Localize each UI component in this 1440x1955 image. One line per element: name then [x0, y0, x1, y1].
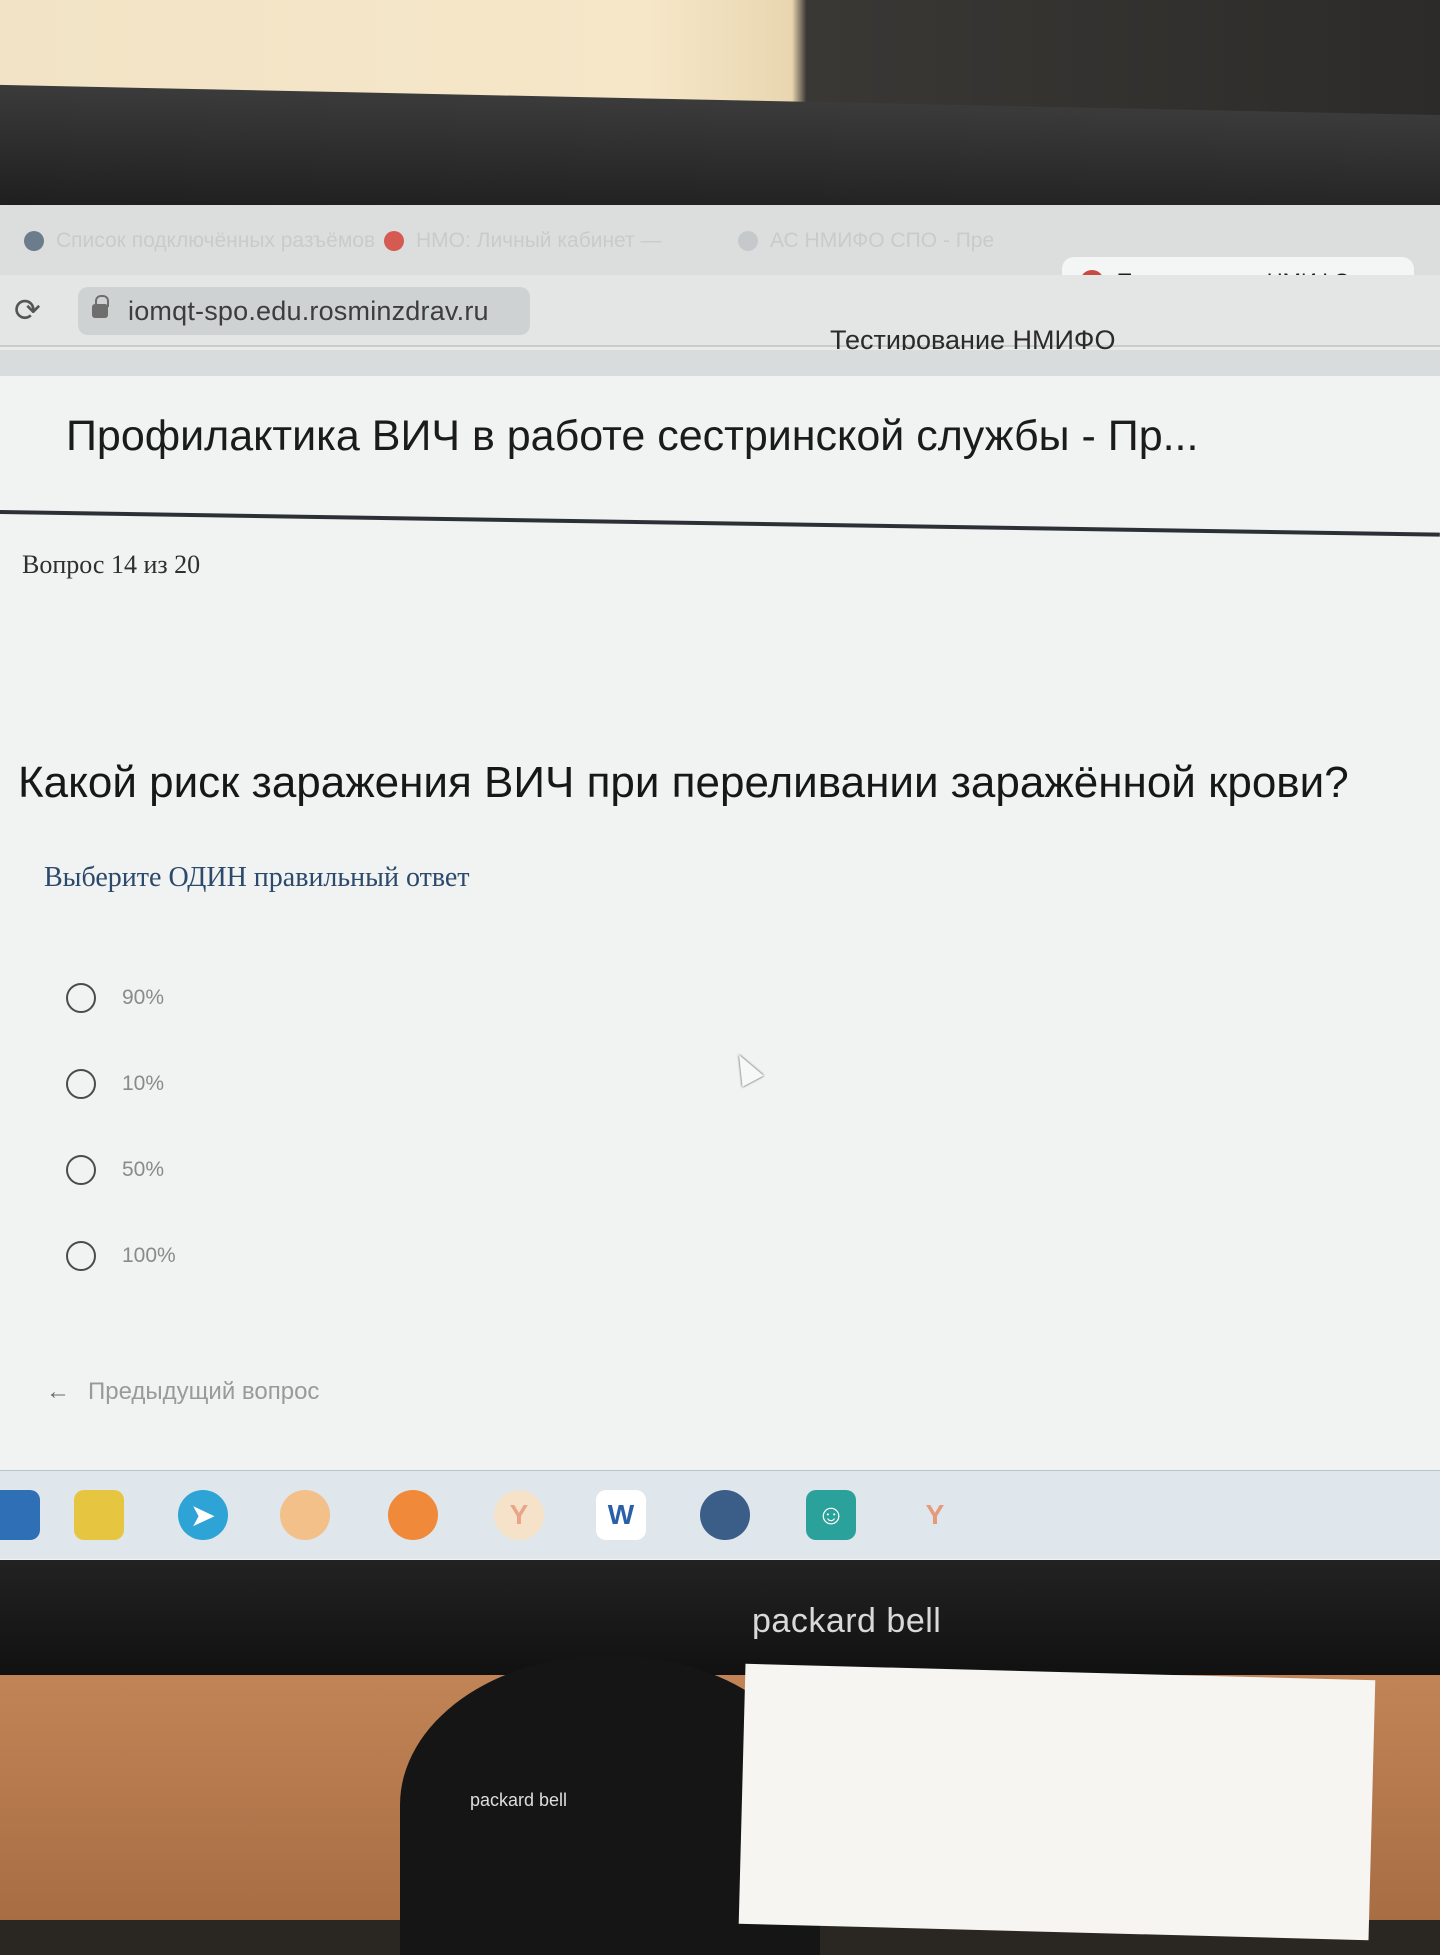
divider: [0, 510, 1440, 537]
monitor-brand-logo: packard bell: [752, 1602, 942, 1640]
yandex-icon[interactable]: Y: [910, 1490, 960, 1540]
handwritten-note: [738, 1663, 1376, 1941]
question-counter: Вопрос 14 из 20: [22, 550, 201, 579]
tab-label: Список подключённых разъёмов: [56, 229, 376, 252]
file-manager-icon[interactable]: [0, 1490, 40, 1540]
mail-icon[interactable]: [74, 1490, 124, 1540]
previous-question-label: Предыдущий вопрос: [88, 1378, 320, 1405]
yandex-browser-icon[interactable]: Y: [494, 1490, 544, 1540]
lock-icon: [92, 295, 109, 318]
answer-option[interactable]: 100%: [66, 1236, 176, 1276]
media-player-icon[interactable]: [280, 1490, 330, 1540]
header-strip: [0, 350, 1440, 376]
answer-option[interactable]: 90%: [66, 978, 164, 1018]
word-letter: W: [607, 1499, 635, 1530]
answer-option[interactable]: 10%: [66, 1064, 164, 1104]
browser-icon: [24, 231, 44, 251]
monitor-screen: Список подключённых разъёмов НМО: Личный…: [0, 205, 1440, 1560]
tab-label: АС НМИФО СПО - Пре: [770, 229, 995, 252]
tab-1[interactable]: Список подключённых разъёмов: [24, 223, 375, 259]
url-field[interactable]: iomqt-spo.edu.rosminzdrav.ru: [78, 287, 530, 335]
radio-button[interactable]: [66, 1069, 96, 1099]
option-label: 100%: [122, 1244, 176, 1267]
globe-icon: [738, 231, 758, 251]
contacts-icon[interactable]: ☺: [806, 1490, 856, 1540]
course-title: Профилактика ВИЧ в работе сестринской сл…: [66, 412, 1199, 460]
option-label: 50%: [122, 1158, 165, 1181]
word-icon[interactable]: W: [596, 1490, 646, 1540]
radio-button[interactable]: [66, 1155, 96, 1185]
firefox-icon[interactable]: [388, 1490, 438, 1540]
answer-option[interactable]: 50%: [66, 1150, 164, 1190]
yandex-icon: [384, 231, 404, 251]
yandex-letter: Y: [509, 1499, 529, 1530]
tab-3[interactable]: АС НМИФО СПО - Пре: [738, 223, 994, 259]
answer-hint: Выберите ОДИН правильный ответ: [44, 862, 470, 893]
option-label: 90%: [122, 986, 165, 1009]
page-content: Профилактика ВИЧ в работе сестринской сл…: [0, 350, 1440, 1560]
tab-label: НМО: Личный кабинет —: [416, 229, 662, 252]
previous-question-button[interactable]: ← Предыдущий вопрос: [46, 1378, 319, 1406]
arrow-left-icon: ←: [46, 1378, 70, 1405]
url-text: iomqt-spo.edu.rosminzdrav.ru: [128, 295, 489, 326]
yandex-letter: Y: [925, 1499, 945, 1530]
monitor-bezel-bottom: [0, 1560, 1440, 1675]
telegram-icon[interactable]: ➤: [178, 1490, 228, 1540]
radio-button[interactable]: [66, 1241, 96, 1271]
option-label: 10%: [122, 1072, 165, 1095]
reload-icon[interactable]: ⟳: [14, 291, 41, 329]
question-text: Какой риск заражения ВИЧ при переливании…: [18, 758, 1349, 807]
radio-button[interactable]: [66, 983, 96, 1013]
tab-2[interactable]: НМО: Личный кабинет —: [384, 223, 662, 259]
chrome-like-icon[interactable]: [700, 1490, 750, 1540]
stand-brand-logo: packard bell: [470, 1790, 568, 1810]
